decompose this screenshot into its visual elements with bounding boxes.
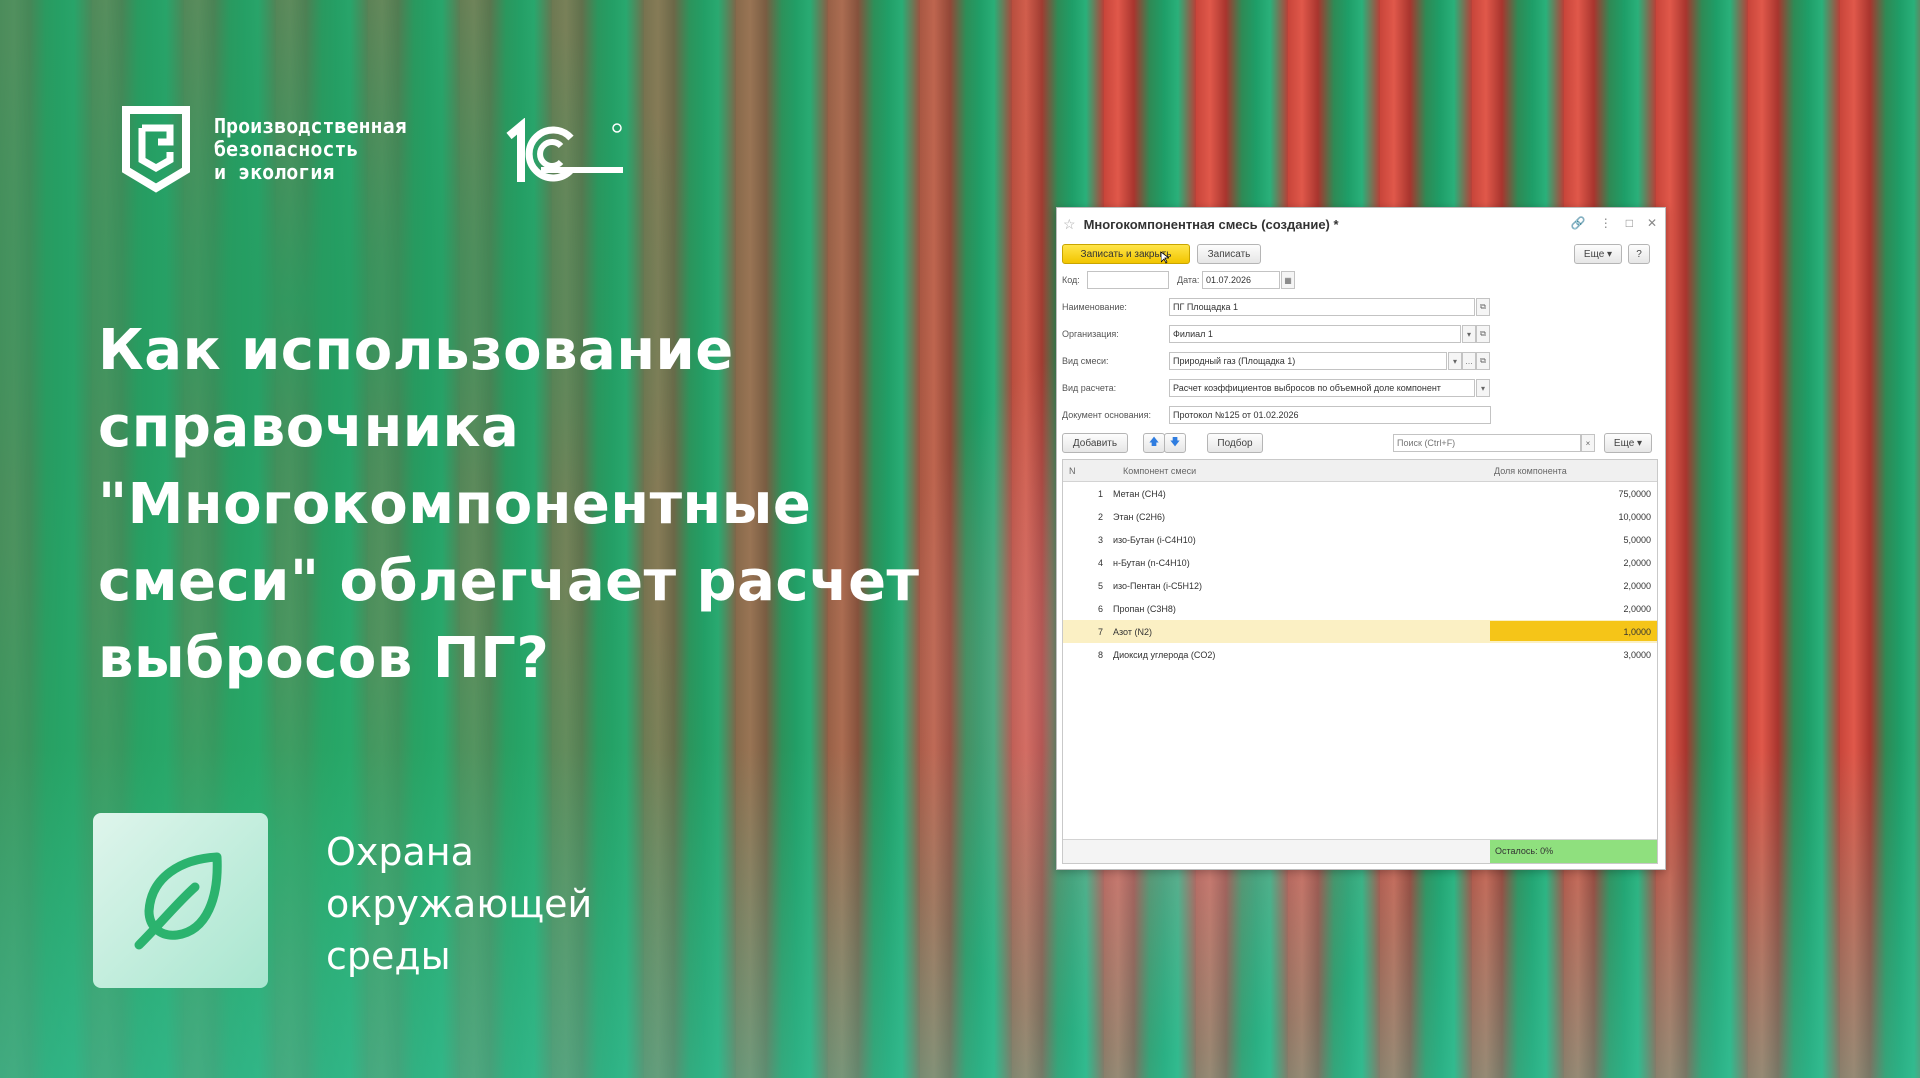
shield-logo-icon	[122, 106, 190, 193]
clear-search-icon[interactable]: ×	[1581, 434, 1595, 452]
close-icon[interactable]: ✕	[1647, 216, 1657, 230]
pbe-logo: Производственная безопасность и экология	[112, 102, 407, 196]
row-number: 1	[1097, 489, 1103, 499]
headline: Как использование справочника "Многокомп…	[98, 318, 920, 691]
pbe-logo-text: Производственная безопасность и экология	[214, 113, 407, 184]
more-button[interactable]: Еще ▾	[1574, 244, 1622, 264]
basis-doc-input[interactable]: Протокол №125 от 01.02.2026	[1169, 406, 1491, 424]
mix-type-input[interactable]: Природный газ (Площадка 1)	[1169, 352, 1447, 370]
help-button[interactable]: ?	[1628, 244, 1650, 264]
name-input[interactable]: ПГ Площадка 1	[1169, 298, 1475, 316]
table-row[interactable]: 7 Азот (N2) 1,0000	[1063, 620, 1657, 643]
calc-type-dropdown-icon[interactable]: ▾	[1476, 379, 1490, 397]
table-more-label: Еще	[1613, 437, 1635, 449]
row-share: 3,0000	[1623, 650, 1651, 660]
mix-form-window: ☆ Многокомпонентная смесь (создание) * 🔗…	[1056, 207, 1666, 870]
row-component: изо-Бутан (i-C4H10)	[1113, 535, 1196, 545]
table-row[interactable]: 8 Диоксид углерода (CO2) 3,0000	[1063, 643, 1657, 666]
table-row[interactable]: 5 изо-Пентан (i-C5H12) 2,0000	[1063, 574, 1657, 597]
row-number: 3	[1097, 535, 1103, 545]
mix-type-dropdown-icon[interactable]: ▾	[1448, 352, 1462, 370]
name-label: Наименование:	[1062, 302, 1127, 312]
save-button[interactable]: Записать	[1197, 244, 1261, 264]
header-share[interactable]: Доля компонента	[1494, 466, 1567, 476]
code-label: Код:	[1062, 275, 1080, 285]
row-share: 1,0000	[1623, 627, 1651, 637]
row-share: 2,0000	[1623, 604, 1651, 614]
more-label: Еще	[1583, 248, 1605, 260]
category-line1: Охрана	[326, 830, 474, 874]
row-component: н-Бутан (n-C4H10)	[1113, 558, 1190, 568]
pick-button[interactable]: Подбор	[1207, 433, 1263, 453]
table-footer: Осталось: 0%	[1063, 839, 1657, 863]
category-label: Охрана окружающей среды	[326, 826, 592, 982]
link-icon[interactable]: 🔗	[1571, 216, 1586, 230]
calc-type-label: Вид расчета:	[1062, 383, 1117, 393]
open-organization-icon[interactable]: ⧉	[1476, 325, 1490, 343]
window-controls: 🔗 ⋮ □ ✕	[1571, 216, 1657, 230]
row-share: 75,0000	[1618, 489, 1651, 499]
open-mix-type-icon[interactable]: ⧉	[1476, 352, 1490, 370]
row-share: 5,0000	[1623, 535, 1651, 545]
header-n[interactable]: N	[1069, 466, 1076, 476]
row-component: Пропан (C3H8)	[1113, 604, 1176, 614]
pbe-line3: и экология	[214, 159, 335, 184]
category-line3: среды	[326, 934, 451, 978]
table-header: N Компонент смеси Доля компонента	[1063, 460, 1657, 482]
maximize-icon[interactable]: □	[1626, 216, 1633, 230]
date-input[interactable]: 01.07.2026	[1202, 271, 1280, 289]
table-row[interactable]: 2 Этан (C2H6) 10,0000	[1063, 505, 1657, 528]
more-vertical-icon[interactable]: ⋮	[1600, 216, 1612, 230]
organization-input[interactable]: Филиал 1	[1169, 325, 1461, 343]
table-body: 1 Метан (CH4) 75,0000 2 Этан (C2H6) 10,0000 3 и…	[1063, 482, 1657, 666]
components-table: N Компонент смеси Доля компонента 1 Метан…	[1062, 459, 1658, 864]
row-component: Этан (C2H6)	[1113, 512, 1165, 522]
row-number: 5	[1097, 581, 1103, 591]
basis-doc-label: Документ основания:	[1062, 410, 1151, 420]
row-number: 8	[1097, 650, 1103, 660]
mouse-cursor-icon	[1161, 252, 1169, 264]
table-row[interactable]: 6 Пропан (C3H8) 2,0000	[1063, 597, 1657, 620]
category-line2: окружающей	[326, 882, 593, 926]
move-up-icon[interactable]: 🡅	[1143, 433, 1165, 453]
table-more-button[interactable]: Еще ▾	[1604, 433, 1652, 453]
favorite-star-icon[interactable]: ☆	[1063, 216, 1076, 233]
row-share: 2,0000	[1623, 581, 1651, 591]
date-label: Дата:	[1177, 275, 1200, 285]
row-component: изо-Пентан (i-C5H12)	[1113, 581, 1203, 591]
open-name-icon[interactable]: ⧉	[1476, 298, 1490, 316]
row-component: Азот (N2)	[1113, 627, 1152, 637]
row-component: Метан (CH4)	[1113, 489, 1166, 499]
save-and-close-button[interactable]: Записать и закрыть	[1062, 244, 1190, 264]
mix-type-label: Вид смеси:	[1062, 356, 1109, 366]
window-title-bar: ☆ Многокомпонентная смесь (создание) *	[1063, 216, 1339, 233]
table-row[interactable]: 4 н-Бутан (n-C4H10) 2,0000	[1063, 551, 1657, 574]
row-share: 2,0000	[1623, 558, 1651, 568]
row-number: 2	[1097, 512, 1103, 522]
row-share: 10,0000	[1618, 512, 1651, 522]
pbe-line2: безопасность	[214, 136, 359, 161]
move-down-icon[interactable]: 🡇	[1164, 433, 1186, 453]
row-number: 7	[1097, 627, 1103, 637]
calendar-icon[interactable]: ▦	[1281, 271, 1295, 289]
add-row-button[interactable]: Добавить	[1062, 433, 1128, 453]
organization-label: Организация:	[1062, 329, 1119, 339]
row-component: Диоксид углерода (CO2)	[1113, 650, 1216, 660]
category-tile	[93, 813, 268, 988]
leaf-icon	[134, 852, 222, 949]
mix-type-select-icon[interactable]: …	[1462, 352, 1476, 370]
row-number: 6	[1097, 604, 1103, 614]
organization-dropdown-icon[interactable]: ▾	[1462, 325, 1476, 343]
calc-type-input[interactable]: Расчет коэффициентов выбросов по объемно…	[1169, 379, 1475, 397]
table-row[interactable]: 1 Метан (CH4) 75,0000	[1063, 482, 1657, 505]
remaining-total: Осталось: 0%	[1490, 840, 1657, 863]
pbe-line1: Производственная	[214, 113, 407, 138]
row-number: 4	[1097, 558, 1103, 568]
1c-logo-icon	[506, 118, 623, 182]
header-component[interactable]: Компонент смеси	[1123, 466, 1196, 476]
table-search-input[interactable]	[1393, 434, 1581, 452]
window-title: Многокомпонентная смесь (создание) *	[1083, 217, 1339, 232]
table-row[interactable]: 3 изо-Бутан (i-C4H10) 5,0000	[1063, 528, 1657, 551]
code-input[interactable]	[1087, 271, 1169, 289]
